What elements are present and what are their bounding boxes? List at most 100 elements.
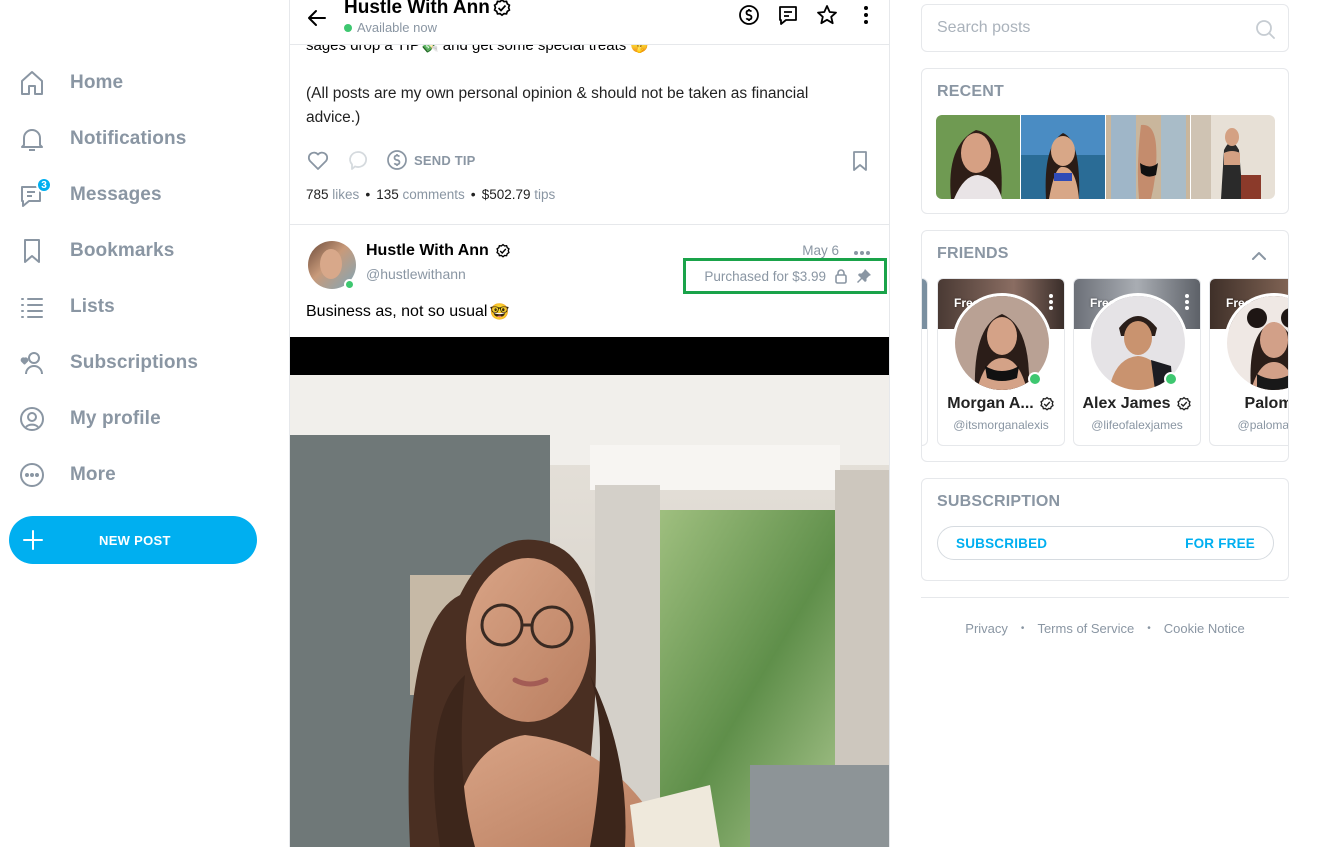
message-icon[interactable]: [777, 4, 799, 26]
more-circle-icon: [16, 459, 48, 491]
more-vertical-icon[interactable]: [1184, 293, 1190, 311]
friends-title: FRIENDS: [937, 245, 1009, 262]
profile-circle-icon: [16, 403, 48, 435]
search-icon[interactable]: [1254, 18, 1276, 40]
nav-home-label: Home: [70, 72, 124, 93]
subscription-status: SUBSCRIBED: [956, 535, 1048, 551]
recent-thumbnail[interactable]: [1191, 115, 1275, 199]
nav-messages-label: Messages: [70, 184, 162, 205]
friend-card[interactable]: Free Paloma @palomashe: [1209, 278, 1288, 446]
post-author-name: Hustle With Ann: [366, 242, 489, 259]
profile-feed: sages drop a TIP💸 and get some special t…: [289, 0, 890, 847]
recent-thumbnail[interactable]: [1106, 115, 1190, 199]
right-sidebar: Search posts RECENT FRIENDS Free Morgan …: [921, 0, 1289, 847]
subscription-card: SUBSCRIPTION SUBSCRIBED FOR FREE: [921, 478, 1289, 581]
recent-title: RECENT: [937, 83, 1004, 100]
nav-subscriptions-label: Subscriptions: [70, 352, 198, 373]
privacy-link[interactable]: Privacy: [965, 621, 1008, 636]
comment-icon[interactable]: [346, 148, 370, 172]
friend-name-text: Alex James: [1082, 395, 1171, 412]
purchased-label: Purchased for $3.99: [683, 258, 887, 294]
subscribed-button[interactable]: SUBSCRIBED FOR FREE: [937, 526, 1274, 560]
online-dot: [1164, 372, 1178, 386]
cookie-notice-link[interactable]: Cookie Notice: [1164, 621, 1245, 636]
chevron-up-icon[interactable]: [1248, 245, 1270, 267]
tips-value: $502.79: [481, 186, 531, 202]
nav-home[interactable]: Home: [16, 63, 123, 103]
messages-badge: 3: [36, 177, 52, 193]
comments-label: comments: [402, 186, 465, 202]
nav-notifications[interactable]: Notifications: [16, 119, 186, 159]
more-horizontal-icon[interactable]: [853, 248, 871, 258]
recent-thumbnails: [936, 115, 1275, 199]
friend-name: Paloma: [1210, 395, 1288, 413]
post-author-handle[interactable]: @hustlewithann: [366, 266, 466, 282]
friend-name-text: Paloma: [1244, 395, 1288, 412]
profile-header-bar: Hustle With Ann Available now: [290, 0, 889, 45]
post-divider: [290, 224, 889, 225]
recent-thumbnail[interactable]: [936, 115, 1020, 199]
list-icon: [16, 291, 48, 323]
nav-lists[interactable]: Lists: [16, 287, 115, 327]
likes-label: likes: [332, 186, 360, 202]
bookmark-icon[interactable]: [849, 150, 871, 172]
recent-thumbnail[interactable]: [1021, 115, 1105, 199]
terms-link[interactable]: Terms of Service: [1037, 621, 1134, 636]
send-tip-button[interactable]: SEND TIP: [386, 149, 476, 171]
nerd-emoji: 🤓: [489, 304, 510, 321]
more-vertical-icon[interactable]: [1048, 293, 1054, 311]
friend-name-text: Morgan A...: [947, 395, 1034, 412]
post-text: Business as, not so usual 🤓: [306, 302, 509, 322]
friend-card-partial[interactable]: [922, 278, 928, 446]
comments-count: 135 comments: [376, 187, 465, 202]
new-post-button[interactable]: NEW POST: [9, 516, 257, 564]
footer-separator: •: [1147, 623, 1151, 634]
post-stats: 785 likes • 135 comments • $502.79 tips: [306, 186, 555, 202]
star-icon[interactable]: [816, 4, 838, 26]
tip-dollar-icon[interactable]: [738, 4, 760, 26]
recent-card: RECENT: [921, 68, 1289, 214]
tips-amount: $502.79 tips: [482, 187, 556, 202]
nav-bookmarks[interactable]: Bookmarks: [16, 231, 174, 271]
nav-more[interactable]: More: [16, 455, 116, 495]
availability-status: Available now: [344, 20, 437, 35]
nav-more-label: More: [70, 464, 116, 485]
search-input[interactable]: Search posts: [921, 4, 1289, 52]
left-sidebar: Home Notifications 3 Messages Bookmarks …: [0, 0, 275, 847]
friend-name: Alex James: [1074, 395, 1200, 413]
nav-messages[interactable]: 3 Messages: [16, 175, 162, 215]
like-heart-icon[interactable]: [306, 148, 330, 172]
friend-handle: @lifeofalexjames: [1091, 418, 1183, 432]
verified-icon: [1040, 396, 1054, 411]
user-heart-icon: [16, 347, 48, 379]
verified-icon: [496, 243, 510, 258]
plus-icon: [9, 529, 57, 551]
nav-my-profile-label: My profile: [70, 408, 161, 429]
availability-text: Available now: [357, 20, 437, 35]
header-actions: [738, 4, 877, 26]
media-letterbox: [290, 337, 889, 375]
more-vertical-icon[interactable]: [855, 4, 877, 26]
post-author[interactable]: Hustle With Ann: [366, 242, 511, 260]
nav-subscriptions[interactable]: Subscriptions: [16, 343, 198, 383]
friends-card: FRIENDS Free Morgan A... @itsmorganalexi…: [921, 230, 1289, 462]
friend-card[interactable]: Free Alex James @lifeofalexjames: [1073, 278, 1201, 446]
verified-icon: [493, 0, 511, 17]
online-dot: [344, 23, 352, 32]
friend-name: Morgan A...: [938, 395, 1064, 413]
back-arrow-icon[interactable]: [304, 5, 330, 31]
nav-my-profile[interactable]: My profile: [16, 399, 161, 439]
post-photo[interactable]: [290, 375, 889, 847]
post-date[interactable]: May 6: [802, 243, 839, 258]
pin-icon[interactable]: [856, 268, 872, 284]
post-text: (All posts are my own personal opinion &…: [306, 85, 809, 126]
friend-card[interactable]: Free Morgan A... @itsmorganalexis: [937, 278, 1065, 446]
nav-lists-label: Lists: [70, 296, 115, 317]
nav-bookmarks-label: Bookmarks: [70, 240, 175, 261]
lock-icon: [835, 269, 847, 284]
stats-separator: •: [470, 186, 476, 202]
tips-label: tips: [534, 186, 556, 202]
home-icon: [16, 67, 48, 99]
likes-count: 785 likes: [306, 187, 359, 202]
purchased-text: Purchased for $3.99: [704, 268, 826, 284]
